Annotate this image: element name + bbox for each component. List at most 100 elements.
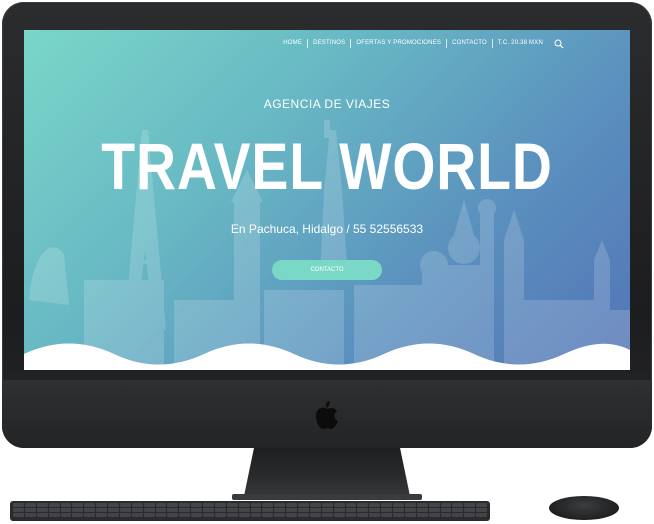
keyboard-key <box>24 513 36 517</box>
keyboard-key <box>262 508 274 512</box>
keyboard-key <box>131 513 143 517</box>
keyboard-key <box>24 508 36 512</box>
keyboard-key <box>274 508 286 512</box>
mouse <box>549 496 619 520</box>
keyboard-key <box>48 513 60 517</box>
keyboard-key <box>143 503 155 507</box>
keyboard-key <box>286 503 297 507</box>
keyboard-key <box>155 513 167 517</box>
keyboard-key <box>155 508 167 512</box>
keyboard-key <box>143 508 155 512</box>
keyboard-key <box>179 503 191 507</box>
keyboard-key <box>452 503 464 507</box>
keyboard-key <box>274 503 286 507</box>
keyboard-key <box>96 503 107 507</box>
keyboard-key <box>298 513 309 517</box>
keyboard-key <box>393 508 404 512</box>
keyboard-key <box>143 513 155 517</box>
keyboard-key <box>309 503 321 507</box>
keyboard-key <box>250 513 262 517</box>
website-screen: HOME DESTINOS OFERTAS Y PROMOCIONES CONT… <box>24 30 630 370</box>
keyboard-key <box>440 513 452 517</box>
keyboard-key <box>214 503 226 507</box>
hero-title: TRAVEL WORLD <box>101 129 553 203</box>
keyboard-key <box>96 513 107 517</box>
keyboard-key <box>191 508 202 512</box>
keyboard-key <box>48 503 60 507</box>
hero-location: En Pachuca, Hidalgo / 55 52556533 <box>230 222 424 236</box>
keyboard-key <box>321 513 333 517</box>
keyboard-key <box>84 503 96 507</box>
keyboard-key <box>131 503 143 507</box>
keyboard-key <box>167 513 179 517</box>
keyboard-key <box>416 508 428 512</box>
keyboard-key <box>72 503 84 507</box>
keyboard-key <box>108 503 119 507</box>
keyboard-key <box>72 508 84 512</box>
keyboard-key <box>452 508 464 512</box>
keyboard-key <box>13 503 24 507</box>
keyboard-key <box>381 513 392 517</box>
keyboard-key <box>464 503 476 507</box>
keyboard-key <box>36 513 48 517</box>
keyboard-key <box>333 508 345 512</box>
keyboard-key <box>226 508 238 512</box>
keyboard-key <box>119 513 131 517</box>
keyboard-key <box>203 513 214 517</box>
keyboard-key <box>191 503 202 507</box>
top-navigation: HOME DESTINOS OFERTAS Y PROMOCIONES CONT… <box>278 39 564 49</box>
keyboard-key <box>262 513 274 517</box>
keyboard-key <box>13 508 24 512</box>
keyboard-key <box>108 513 119 517</box>
keyboard-key <box>393 513 404 517</box>
keyboard-key <box>476 513 487 517</box>
keyboard-key <box>262 503 274 507</box>
keyboard-key <box>72 513 84 517</box>
search-icon[interactable] <box>554 39 564 49</box>
keyboard-key <box>476 508 487 512</box>
keyboard-key <box>203 503 214 507</box>
keyboard-key <box>298 503 309 507</box>
keyboard-key <box>226 503 238 507</box>
keyboard-key <box>464 513 476 517</box>
keyboard-key <box>48 508 60 512</box>
keyboard-key <box>345 513 357 517</box>
keyboard-key <box>60 508 72 512</box>
keyboard-key <box>309 508 321 512</box>
keyboard-key <box>286 513 297 517</box>
keyboard-key <box>238 513 250 517</box>
keyboard-key <box>286 508 297 512</box>
keyboard-key <box>84 513 96 517</box>
keyboard-key <box>309 513 321 517</box>
keyboard-key <box>203 508 214 512</box>
keyboard-key <box>13 513 24 517</box>
wave-divider <box>24 343 630 370</box>
nav-item-contacto[interactable]: CONTACTO <box>447 39 493 48</box>
keyboard-key <box>369 513 381 517</box>
keyboard-key <box>214 508 226 512</box>
keyboard-key <box>36 503 48 507</box>
hero-subtitle: AGENCIA DE VIAJES <box>263 97 391 111</box>
keyboard-key <box>119 508 131 512</box>
nav-item-home[interactable]: HOME <box>278 39 309 48</box>
keyboard-key <box>345 503 357 507</box>
apple-logo-icon <box>316 401 338 429</box>
keyboard-key <box>357 503 369 507</box>
contact-button[interactable]: CONTACTO <box>272 260 382 280</box>
keyboard-key <box>464 508 476 512</box>
keyboard-key <box>226 513 238 517</box>
keyboard-key <box>84 508 96 512</box>
keyboard-key <box>238 508 250 512</box>
keyboard-key <box>452 513 464 517</box>
keyboard-key <box>333 503 345 507</box>
keyboard-key <box>250 503 262 507</box>
keyboard-key <box>381 508 392 512</box>
keyboard-key <box>24 503 36 507</box>
keyboard-key <box>404 513 416 517</box>
nav-item-ofertas[interactable]: OFERTAS Y PROMOCIONES <box>351 39 448 48</box>
monitor-stand <box>244 448 410 496</box>
keyboard-key <box>298 508 309 512</box>
nav-item-destinos[interactable]: DESTINOS <box>308 39 352 48</box>
keyboard-key <box>428 508 440 512</box>
keyboard-key <box>416 503 428 507</box>
